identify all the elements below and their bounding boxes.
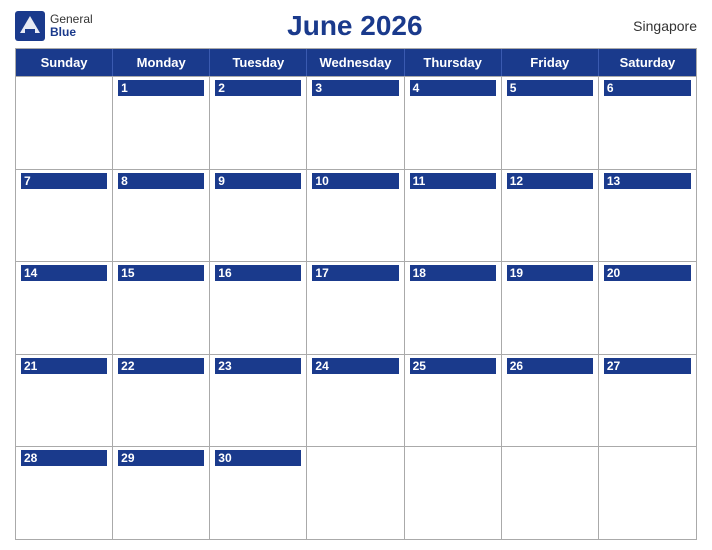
day-cell: 19: [502, 262, 599, 354]
day-number: 17: [312, 265, 398, 281]
generalblue-logo-icon: [15, 11, 45, 41]
day-number: 30: [215, 450, 301, 466]
calendar-grid: SundayMondayTuesdayWednesdayThursdayFrid…: [15, 48, 697, 540]
day-cell: 18: [405, 262, 502, 354]
day-cell: 14: [16, 262, 113, 354]
day-cell: 12: [502, 170, 599, 262]
day-header-friday: Friday: [502, 49, 599, 76]
day-number: 8: [118, 173, 204, 189]
day-number: 22: [118, 358, 204, 374]
day-number: 12: [507, 173, 593, 189]
day-header-monday: Monday: [113, 49, 210, 76]
day-cell: 5: [502, 77, 599, 169]
day-header-wednesday: Wednesday: [307, 49, 404, 76]
day-cell: 20: [599, 262, 696, 354]
calendar-title: June 2026: [93, 10, 617, 42]
day-cell: [502, 447, 599, 539]
day-number: 3: [312, 80, 398, 96]
day-number: 28: [21, 450, 107, 466]
logo: General Blue: [15, 11, 93, 41]
header: General Blue June 2026 Singapore: [15, 10, 697, 48]
day-number: 10: [312, 173, 398, 189]
day-number: 14: [21, 265, 107, 281]
week-row-4: 21 22 23 24 25 26 27: [16, 354, 696, 447]
day-number: 2: [215, 80, 301, 96]
week-row-3: 14 15 16 17 18 19 20: [16, 261, 696, 354]
day-header-thursday: Thursday: [405, 49, 502, 76]
week-row-1: 123456: [16, 76, 696, 169]
day-cell: [405, 447, 502, 539]
day-header-saturday: Saturday: [599, 49, 696, 76]
day-cell: 2: [210, 77, 307, 169]
logo-text: General Blue: [50, 13, 93, 39]
day-cell: 3: [307, 77, 404, 169]
day-number: 4: [410, 80, 496, 96]
day-cell: 4: [405, 77, 502, 169]
week-row-2: 789 10 11 12 13: [16, 169, 696, 262]
day-cell: 22: [113, 355, 210, 447]
day-cell: [16, 77, 113, 169]
day-number: 11: [410, 173, 496, 189]
day-cell: 9: [210, 170, 307, 262]
day-number: 6: [604, 80, 691, 96]
day-cell: 24: [307, 355, 404, 447]
day-cell: 6: [599, 77, 696, 169]
day-cell: 15: [113, 262, 210, 354]
day-number: 18: [410, 265, 496, 281]
day-cell: 16: [210, 262, 307, 354]
day-number: 24: [312, 358, 398, 374]
day-cell: 1: [113, 77, 210, 169]
day-number: 27: [604, 358, 691, 374]
location-label: Singapore: [617, 18, 697, 34]
day-cell: 25: [405, 355, 502, 447]
day-header-sunday: Sunday: [16, 49, 113, 76]
day-cell: 29: [113, 447, 210, 539]
day-cell: 23: [210, 355, 307, 447]
day-cell: 13: [599, 170, 696, 262]
day-number: 23: [215, 358, 301, 374]
logo-blue-label: Blue: [50, 26, 93, 39]
day-cell: 17: [307, 262, 404, 354]
weeks-container: 1234567891011121314151617181920212223242…: [16, 76, 696, 539]
day-number: 20: [604, 265, 691, 281]
day-headers-row: SundayMondayTuesdayWednesdayThursdayFrid…: [16, 49, 696, 76]
day-cell: 26: [502, 355, 599, 447]
day-number: 9: [215, 173, 301, 189]
day-number: 13: [604, 173, 691, 189]
day-cell: 21: [16, 355, 113, 447]
day-number: 5: [507, 80, 593, 96]
day-cell: 10: [307, 170, 404, 262]
day-number: 26: [507, 358, 593, 374]
day-cell: 8: [113, 170, 210, 262]
day-number: 19: [507, 265, 593, 281]
day-number: 15: [118, 265, 204, 281]
day-number: 1: [118, 80, 204, 96]
day-number: 21: [21, 358, 107, 374]
day-cell: 7: [16, 170, 113, 262]
day-number: 7: [21, 173, 107, 189]
day-header-tuesday: Tuesday: [210, 49, 307, 76]
day-cell: 27: [599, 355, 696, 447]
day-cell: [307, 447, 404, 539]
day-cell: 30: [210, 447, 307, 539]
day-number: 29: [118, 450, 204, 466]
day-number: 25: [410, 358, 496, 374]
calendar-page: General Blue June 2026 Singapore SundayM…: [0, 0, 712, 550]
day-cell: 11: [405, 170, 502, 262]
day-number: 16: [215, 265, 301, 281]
day-cell: 28: [16, 447, 113, 539]
week-row-5: 28 29 30: [16, 446, 696, 539]
day-cell: [599, 447, 696, 539]
